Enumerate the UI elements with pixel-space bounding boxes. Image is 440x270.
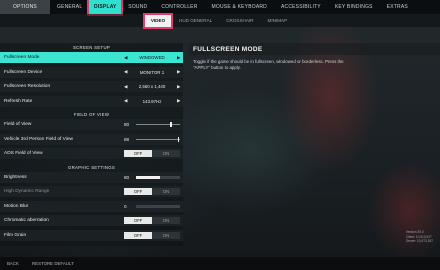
setting-label: Motion Blur	[4, 203, 29, 209]
tab-key-bindings[interactable]: KEY BINDINGS	[328, 0, 380, 14]
section-header-screen-setup: SCREEN SETUP	[72, 45, 111, 50]
setting-label: Fullscreen Device	[4, 69, 43, 75]
setting-value: 143.97Hz	[142, 98, 162, 104]
subtab-hud-general[interactable]: HUD GENERAL	[179, 15, 212, 27]
chevron-right-icon[interactable]: ▶	[177, 98, 180, 104]
setting-field-of-view[interactable]: Field of View 80	[0, 119, 183, 130]
setting-film-grain[interactable]: Film Grain OFF ON	[0, 229, 183, 241]
setting-label: Brightness	[4, 174, 27, 180]
setting-label: Refresh Rate	[4, 98, 33, 104]
top-nav: OPTIONS GENERAL DISPLAY SOUND CONTROLLER…	[0, 0, 440, 16]
film-grain-toggle[interactable]: OFF ON	[124, 231, 180, 239]
toggle-off-option[interactable]: OFF	[124, 188, 152, 195]
toggle-off-option[interactable]: OFF	[124, 150, 152, 157]
setting-fullscreen-mode[interactable]: Fullscreen Mode ◀ WINDOWED ▶	[0, 52, 183, 63]
chevron-right-icon[interactable]: ▶	[177, 69, 180, 75]
setting-value: WINDOWED	[139, 55, 165, 60]
info-panel: FULLSCREEN MODE Toggle if the game shoul…	[189, 43, 440, 246]
setting-label: Chromatic aberration	[4, 218, 49, 223]
toggle-off-option[interactable]: OFF	[124, 231, 152, 239]
setting-value: 0	[124, 203, 127, 209]
tab-sound[interactable]: SOUND	[121, 0, 154, 14]
subtab-video[interactable]: VIDEO	[143, 12, 173, 29]
setting-hdr[interactable]: High Dynamic Range OFF ON	[0, 186, 183, 197]
bottom-bar: BACK RESTORE DEFAULT	[0, 257, 440, 270]
toggle-on-option[interactable]: ON	[152, 217, 180, 224]
info-title: FULLSCREEN MODE	[189, 43, 440, 55]
setting-value: 80	[124, 122, 130, 127]
setting-label: Fullscreen Mode	[4, 55, 40, 60]
bar-fill	[136, 175, 161, 179]
chevron-left-icon[interactable]: ◀	[124, 84, 127, 90]
vehicle-fov-slider[interactable]	[136, 136, 180, 142]
setting-label: ADS Field of View	[4, 151, 43, 156]
tab-controller[interactable]: CONTROLLER	[154, 0, 204, 14]
slider-knob[interactable]	[170, 122, 172, 127]
setting-label: Film Grain	[4, 232, 27, 238]
chevron-left-icon[interactable]: ◀	[124, 55, 127, 61]
section-header-field-of-view: FIELD OF VIEW	[73, 112, 110, 117]
setting-label: High Dynamic Range	[4, 189, 50, 194]
brightness-bar[interactable]	[136, 175, 180, 179]
chromatic-toggle[interactable]: OFF ON	[124, 217, 180, 224]
section-header-graphic-settings: GRAPHIC SETTINGS	[67, 164, 116, 170]
motion-blur-bar[interactable]	[136, 204, 180, 208]
subtab-minimap[interactable]: MINIMAP	[268, 15, 288, 27]
toggle-on-option[interactable]: ON	[152, 188, 180, 195]
setting-brightness[interactable]: Brightness 80	[0, 171, 183, 183]
setting-ads-fov[interactable]: ADS Field of View OFF ON	[0, 148, 183, 159]
setting-vehicle-fov[interactable]: Vehicle 3rd Person Field of View 88	[0, 133, 183, 145]
setting-label: Vehicle 3rd Person Field of View	[4, 136, 73, 142]
setting-motion-blur[interactable]: Motion Blur 0	[0, 200, 183, 212]
tab-accessibility[interactable]: ACCESSIBILITY	[274, 0, 328, 14]
tab-options[interactable]: OPTIONS	[0, 0, 50, 14]
fov-slider[interactable]	[136, 122, 180, 127]
setting-chromatic-aberration[interactable]: Chromatic aberration OFF ON	[0, 215, 183, 226]
settings-panel: SCREEN SETUP Fullscreen Mode ◀ WINDOWED …	[0, 43, 183, 246]
setting-value: 2,560 x 1,440	[138, 84, 166, 89]
chevron-right-icon[interactable]: ▶	[177, 84, 180, 90]
tab-display[interactable]: DISPLAY	[87, 0, 124, 16]
chevron-left-icon[interactable]: ◀	[124, 69, 127, 75]
setting-value: 88	[124, 136, 130, 142]
sub-nav: VIDEO HUD GENERAL CROSSHAIR MINIMAP	[0, 12, 440, 29]
tab-mouse-keyboard[interactable]: MOUSE & KEYBOARD	[205, 0, 274, 14]
tab-extras[interactable]: EXTRAS	[380, 0, 415, 14]
setting-refresh-rate[interactable]: Refresh Rate ◀ 143.97Hz ▶	[0, 95, 183, 107]
toggle-on-option[interactable]: ON	[152, 150, 180, 157]
setting-fullscreen-resolution[interactable]: Fullscreen Resolution ◀ 2,560 x 1,440 ▶	[0, 81, 183, 92]
chevron-right-icon[interactable]: ▶	[177, 55, 180, 61]
toggle-on-option[interactable]: ON	[152, 231, 180, 239]
setting-value: MONITOR 1	[139, 69, 165, 75]
setting-label: Fullscreen Resolution	[4, 84, 51, 89]
setting-value: 80	[124, 174, 130, 180]
setting-label: Field of View	[4, 122, 32, 127]
chevron-left-icon[interactable]: ◀	[124, 98, 127, 104]
restore-default-button[interactable]: RESTORE DEFAULT	[25, 261, 80, 266]
subtab-crosshair[interactable]: CROSSHAIR	[226, 15, 253, 27]
back-button[interactable]: BACK	[0, 261, 25, 266]
slider-knob[interactable]	[177, 136, 180, 142]
tab-general[interactable]: GENERAL	[50, 0, 89, 14]
version-info: Version 25.0 Client: 10,913,927 Server: …	[406, 230, 433, 243]
info-description: Toggle if the game should be in fullscre…	[193, 59, 344, 70]
toggle-off-option[interactable]: OFF	[124, 217, 152, 224]
hdr-toggle[interactable]: OFF ON	[124, 188, 180, 195]
server-line: Server: 10,973,357	[405, 238, 433, 243]
setting-fullscreen-device[interactable]: Fullscreen Device ◀ MONITOR 1 ▶	[0, 66, 183, 78]
ads-fov-toggle[interactable]: OFF ON	[124, 150, 180, 157]
